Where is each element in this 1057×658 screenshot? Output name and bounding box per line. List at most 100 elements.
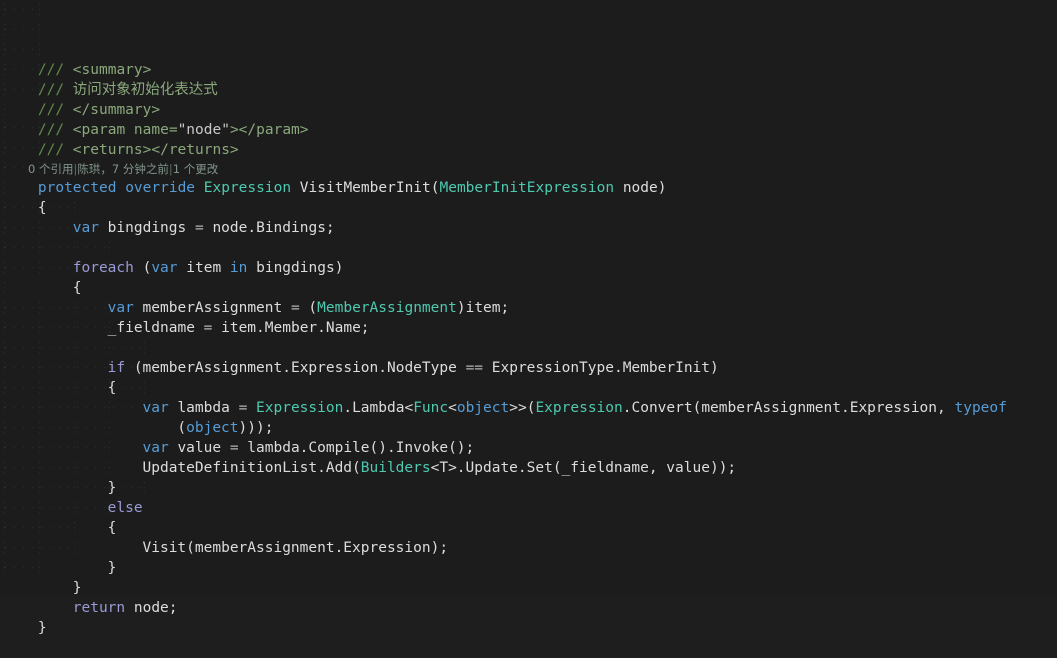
- code-token: Expression: [204, 180, 291, 196]
- code-line[interactable]: /// </summary>: [0, 100, 1057, 120]
- code-token: (: [134, 260, 151, 276]
- code-token: ///: [38, 62, 73, 78]
- code-token: object: [457, 400, 509, 416]
- code-line[interactable]: }: [0, 578, 1057, 598]
- code-token: typeof: [954, 400, 1006, 416]
- codelens-adornment[interactable]: 0 个引用|陈珙，7 分钟之前|1 个更改: [0, 160, 1057, 178]
- code-line[interactable]: return node;: [0, 598, 1057, 618]
- code-line[interactable]: {: [0, 378, 1057, 398]
- code-line[interactable]: }: [0, 618, 1057, 638]
- code-token: lambda.Compile().Invoke();: [239, 440, 475, 456]
- code-token: ==: [466, 360, 483, 376]
- code-line[interactable]: /// <param name="node"></param>: [0, 120, 1057, 140]
- code-token: =: [195, 220, 204, 236]
- code-token: (: [177, 420, 186, 436]
- code-token: var: [143, 400, 169, 416]
- code-line[interactable]: [0, 338, 1057, 358]
- code-content[interactable]: /// <summary>/// 访问对象初始化表达式/// </summary…: [0, 60, 1057, 638]
- code-token: =: [291, 300, 300, 316]
- code-token: var: [108, 300, 134, 316]
- code-line[interactable]: {: [0, 518, 1057, 538]
- code-token: .Lambda<: [343, 400, 413, 416]
- code-editor-surface[interactable]: /// <summary>/// 访问对象初始化表达式/// </summary…: [0, 0, 1057, 595]
- code-token: foreach: [73, 260, 134, 276]
- code-line[interactable]: {: [0, 198, 1057, 218]
- code-token: [195, 180, 204, 196]
- code-line[interactable]: _fieldname = item.Member.Name;: [0, 318, 1057, 338]
- code-token: ///: [38, 102, 73, 118]
- code-token: )item;: [457, 300, 509, 316]
- codelens-author[interactable]: 陈珙，7 分钟之前: [77, 162, 168, 176]
- code-line[interactable]: /// 访问对象初始化表达式: [0, 80, 1057, 100]
- code-line[interactable]: else: [0, 498, 1057, 518]
- code-line[interactable]: [0, 238, 1057, 258]
- code-token: <param name=: [73, 122, 178, 138]
- code-token: UpdateDefinitionList.Add(: [143, 460, 361, 476]
- code-line-wrapped-continuation[interactable]: (object)));: [0, 418, 1057, 438]
- code-token: value: [169, 440, 230, 456]
- code-token: Visit(memberAssignment.Expression);: [143, 540, 449, 556]
- code-token: object: [186, 420, 238, 436]
- code-token: node;: [125, 600, 177, 616]
- code-token: )));: [239, 420, 274, 436]
- code-line[interactable]: var lambda = Expression.Lambda<Func<obje…: [0, 398, 1057, 418]
- code-token: node): [614, 180, 666, 196]
- code-token: }: [108, 560, 117, 576]
- code-token: Expression: [535, 400, 622, 416]
- code-token: }: [38, 620, 47, 636]
- code-line[interactable]: foreach (var item in bingdings): [0, 258, 1057, 278]
- code-token: override: [125, 180, 195, 196]
- code-token: >>(: [509, 400, 535, 416]
- code-line[interactable]: var bingdings = node.Bindings;: [0, 218, 1057, 238]
- code-token: in: [230, 260, 247, 276]
- code-token: bingdings: [99, 220, 195, 236]
- code-token: lambda: [169, 400, 239, 416]
- code-token: bingdings): [247, 260, 343, 276]
- code-token: =: [239, 400, 248, 416]
- code-token: {: [38, 200, 47, 216]
- code-line[interactable]: var memberAssignment = (MemberAssignment…: [0, 298, 1057, 318]
- code-token: var: [73, 220, 99, 236]
- code-token: "node": [178, 122, 230, 138]
- code-line[interactable]: var value = lambda.Compile().Invoke();: [0, 438, 1057, 458]
- code-token: protected: [38, 180, 117, 196]
- code-line[interactable]: protected override Expression VisitMembe…: [0, 178, 1057, 198]
- code-token: {: [108, 380, 117, 396]
- code-token: node.Bindings;: [204, 220, 335, 236]
- code-token: ///: [38, 142, 73, 158]
- code-token: ExpressionType.MemberInit): [483, 360, 719, 376]
- code-line[interactable]: }: [0, 558, 1057, 578]
- codelens-references[interactable]: 0 个引用: [28, 162, 73, 176]
- code-token: .Convert(memberAssignment.Expression,: [623, 400, 955, 416]
- code-token: }: [73, 580, 82, 596]
- code-token: </summary>: [73, 102, 160, 118]
- code-token: <summary>: [73, 62, 152, 78]
- code-token: else: [108, 500, 143, 516]
- code-token: item.Member.Name;: [212, 320, 369, 336]
- code-token: MemberAssignment: [317, 300, 457, 316]
- code-line[interactable]: UpdateDefinitionList.Add(Builders<T>.Upd…: [0, 458, 1057, 478]
- code-token: }: [108, 480, 117, 496]
- code-token: ></param>: [230, 122, 309, 138]
- code-token: _fieldname: [108, 320, 204, 336]
- code-line[interactable]: if (memberAssignment.Expression.NodeType…: [0, 358, 1057, 378]
- code-line[interactable]: /// <summary>: [0, 60, 1057, 80]
- code-token: <T>.Update.Set(_fieldname, value));: [431, 460, 737, 476]
- code-token: Expression: [256, 400, 343, 416]
- code-line[interactable]: Visit(memberAssignment.Expression);: [0, 538, 1057, 558]
- code-token: var: [143, 440, 169, 456]
- code-token: {: [108, 520, 117, 536]
- code-token: 访问对象初始化表达式: [73, 82, 218, 98]
- code-token: {: [73, 280, 82, 296]
- code-token: return: [73, 600, 125, 616]
- code-line[interactable]: /// <returns></returns>: [0, 140, 1057, 160]
- code-token: Builders: [361, 460, 431, 476]
- code-token: =: [230, 440, 239, 456]
- code-line[interactable]: }: [0, 478, 1057, 498]
- code-token: item: [178, 260, 230, 276]
- code-line[interactable]: {: [0, 278, 1057, 298]
- codelens-changes[interactable]: 1 个更改: [173, 162, 218, 176]
- code-token: <: [448, 400, 457, 416]
- code-token: (: [300, 300, 317, 316]
- code-token: memberAssignment: [134, 300, 291, 316]
